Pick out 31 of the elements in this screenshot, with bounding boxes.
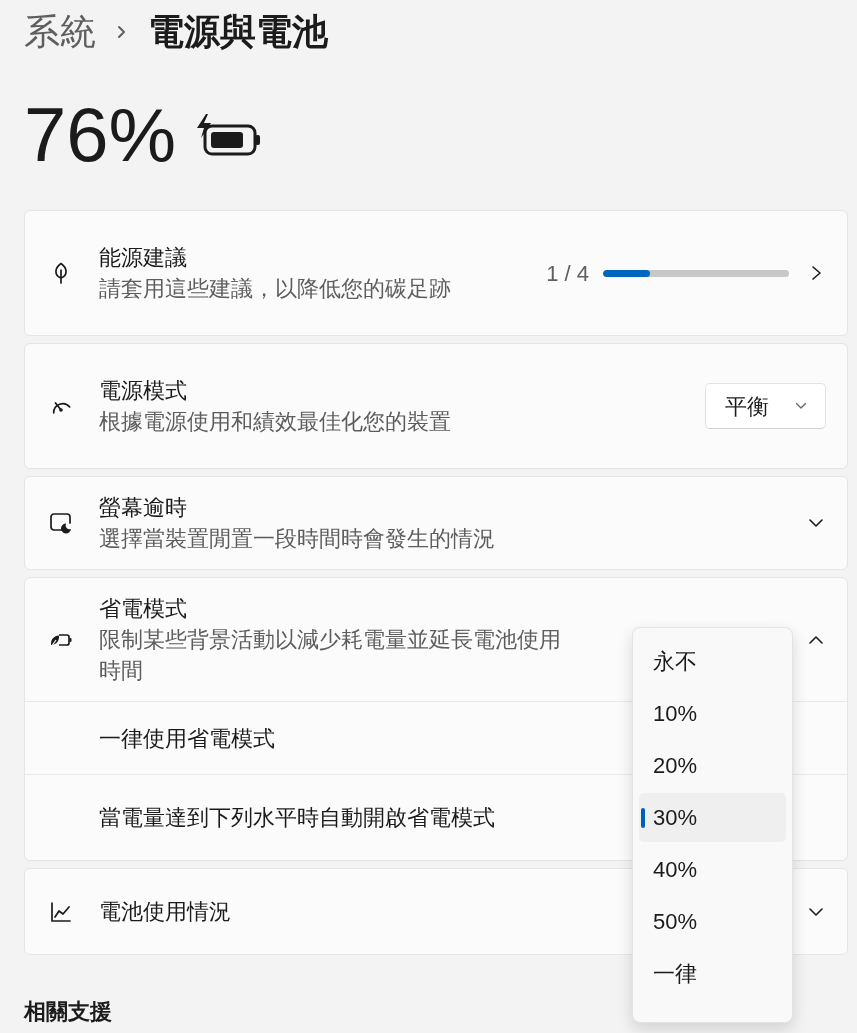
- setting-label: 當電量達到下列水平時自動開啟省電模式: [99, 804, 495, 832]
- line-chart-icon: [49, 899, 73, 924]
- setting-title: 能源建議: [99, 244, 188, 272]
- dropdown-option[interactable]: 30%: [639, 793, 786, 842]
- chevron-right-icon: [809, 266, 823, 280]
- selected-indicator-icon: [641, 808, 645, 828]
- chevron-right-icon: [116, 24, 128, 40]
- section-heading: 相關支援: [24, 998, 113, 1026]
- setting-description: 根據電源使用和績效最佳化您的裝置: [99, 408, 451, 436]
- setting-title: 省電模式: [99, 595, 188, 623]
- dropdown-option[interactable]: 永不: [639, 637, 786, 686]
- screen-moon-icon: [49, 511, 73, 535]
- settings-card[interactable]: 電源模式 根據電源使用和績效最佳化您的裝置 平衡: [24, 343, 848, 469]
- setting-title: 電源模式: [99, 377, 188, 405]
- dropdown-option[interactable]: 20%: [639, 741, 786, 790]
- battery-percentage: 76%: [24, 91, 177, 179]
- setting-description: 請套用這些建議，以降低您的碳足跡: [99, 275, 451, 303]
- settings-card[interactable]: 螢幕逾時 選擇當裝置閒置一段時間時會發生的情況: [24, 476, 848, 570]
- dropdown-option[interactable]: 10%: [639, 689, 786, 738]
- breadcrumb-parent[interactable]: 系統: [24, 10, 96, 54]
- setting-description: 限制某些背景活動以減少耗電量並延長電池使用時間: [99, 626, 562, 685]
- power-mode-dropdown[interactable]: 平衡: [705, 383, 826, 429]
- setting-title: 電池使用情況: [99, 898, 231, 926]
- setting-label: 一律使用省電模式: [99, 724, 275, 753]
- page-title: 電源與電池: [148, 10, 328, 54]
- setting-title: 螢幕逾時: [99, 494, 188, 522]
- dropdown-option[interactable]: 50%: [639, 897, 786, 946]
- caret-icon: [795, 402, 807, 410]
- progress-count: 1 / 4: [546, 259, 589, 288]
- settings-card[interactable]: 能源建議 請套用這些建議，以降低您的碳足跡 1 / 4: [24, 210, 848, 336]
- setting-description: 選擇當裝置閒置一段時間時會發生的情況: [99, 525, 495, 553]
